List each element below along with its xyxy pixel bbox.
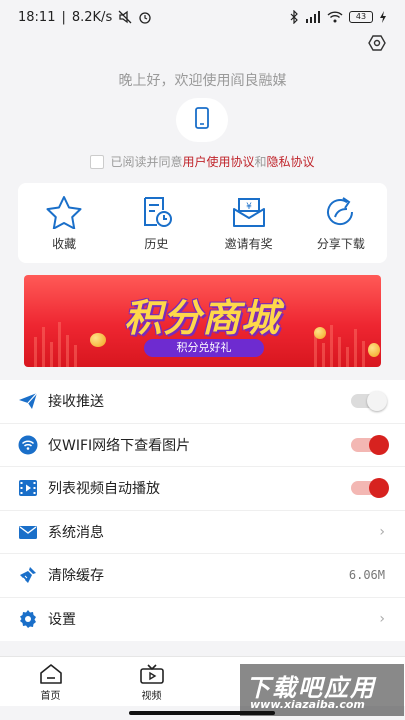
status-time: 18:11	[18, 9, 56, 25]
tab-label: 视频	[141, 691, 162, 702]
gear-icon	[18, 609, 38, 629]
film-icon	[18, 478, 38, 498]
svg-text:¥: ¥	[246, 202, 252, 212]
bluetooth-icon	[289, 10, 299, 24]
wifi-status-icon	[327, 11, 343, 23]
quick-invite[interactable]: ¥ 邀请有奖	[209, 195, 289, 252]
privacy-policy-link[interactable]: 隐私协议	[267, 155, 315, 169]
quick-actions-card: 收藏 历史 ¥ 邀请有奖 分享下载	[18, 183, 387, 263]
quick-label: 收藏	[52, 236, 77, 251]
tab-label: 首页	[40, 691, 61, 702]
coin-decoration	[90, 333, 106, 347]
status-bar: 18:11 | 8.2K/s 43	[0, 0, 405, 34]
row-label: 系统消息	[48, 524, 104, 541]
row-label: 列表视频自动播放	[48, 481, 160, 498]
quick-label: 邀请有奖	[224, 236, 273, 251]
battery-icon: 43	[349, 11, 373, 23]
home-icon	[39, 664, 62, 684]
agreement-row: 已阅读并同意用户使用协议和隐私协议	[0, 153, 405, 170]
banner-title: 积分商城	[123, 296, 280, 340]
status-separator: |	[61, 9, 66, 25]
signal-icon	[305, 11, 321, 23]
row-settings[interactable]: 设置 ›	[0, 598, 405, 642]
banner-pill: 积分兑好礼	[144, 339, 264, 357]
tab-home[interactable]: 首页	[0, 657, 101, 706]
chevron-right-icon: ›	[379, 523, 385, 540]
mail-icon	[18, 522, 38, 542]
user-agreement-link[interactable]: 用户使用协议	[182, 155, 254, 169]
invite-gift-icon: ¥	[232, 197, 265, 227]
wifi-images-toggle[interactable]	[351, 434, 389, 455]
settings-hexagon-icon[interactable]	[368, 34, 386, 52]
row-label: 设置	[48, 612, 76, 629]
agree-and: 和	[254, 155, 267, 169]
autoplay-video-toggle[interactable]	[351, 478, 389, 499]
quick-label: 历史	[144, 236, 169, 251]
row-wifi-images[interactable]: 仅WIFI网络下查看图片	[0, 424, 405, 467]
settings-list: 接收推送 仅WIFI网络下查看图片 列表视频自动播放 系统消息 › 清除缓存 6…	[0, 380, 405, 641]
alarm-icon	[138, 10, 152, 24]
star-icon	[46, 195, 82, 229]
agree-prefix: 已阅读并同意	[110, 155, 183, 169]
tab-video[interactable]: 视频	[101, 657, 202, 706]
row-label: 接收推送	[48, 394, 104, 411]
coin-decoration	[314, 327, 326, 339]
home-indicator[interactable]	[129, 711, 275, 715]
receive-push-toggle[interactable]	[351, 391, 387, 412]
quick-favorites[interactable]: 收藏	[24, 195, 104, 252]
video-icon	[139, 664, 164, 684]
mute-icon	[118, 10, 132, 24]
watermark-overlay: 下载吧应用 www.xiazaiba.com	[240, 664, 404, 716]
greeting-text: 晚上好，欢迎使用阎良融媒	[118, 73, 287, 89]
points-mall-banner[interactable]: 积分商城 积分兑好礼	[24, 275, 381, 367]
phone-icon	[194, 107, 210, 133]
watermark-url: www.xiazaiba.com	[250, 698, 365, 711]
history-icon	[144, 196, 173, 227]
cache-size-value: 6.06M	[348, 568, 385, 583]
row-label: 清除缓存	[48, 568, 104, 585]
coin-decoration	[368, 343, 380, 357]
paper-plane-icon	[18, 391, 38, 411]
row-receive-push[interactable]: 接收推送	[0, 380, 405, 424]
login-phone-button[interactable]	[176, 98, 228, 142]
charging-icon	[379, 11, 387, 23]
row-clear-cache[interactable]: 清除缓存 6.06M	[0, 554, 405, 598]
agree-checkbox[interactable]	[90, 154, 105, 169]
chevron-right-icon: ›	[379, 611, 385, 628]
row-label: 仅WIFI网络下查看图片	[48, 437, 191, 454]
status-net-speed: 8.2K/s	[71, 9, 113, 25]
row-system-messages[interactable]: 系统消息 ›	[0, 511, 405, 554]
quick-label: 分享下载	[316, 236, 365, 251]
broom-icon	[18, 565, 38, 585]
quick-share[interactable]: 分享下载	[301, 195, 381, 252]
quick-history[interactable]: 历史	[116, 195, 196, 252]
row-autoplay-video[interactable]: 列表视频自动播放	[0, 467, 405, 511]
wifi-icon	[18, 435, 38, 455]
share-icon	[326, 196, 353, 225]
